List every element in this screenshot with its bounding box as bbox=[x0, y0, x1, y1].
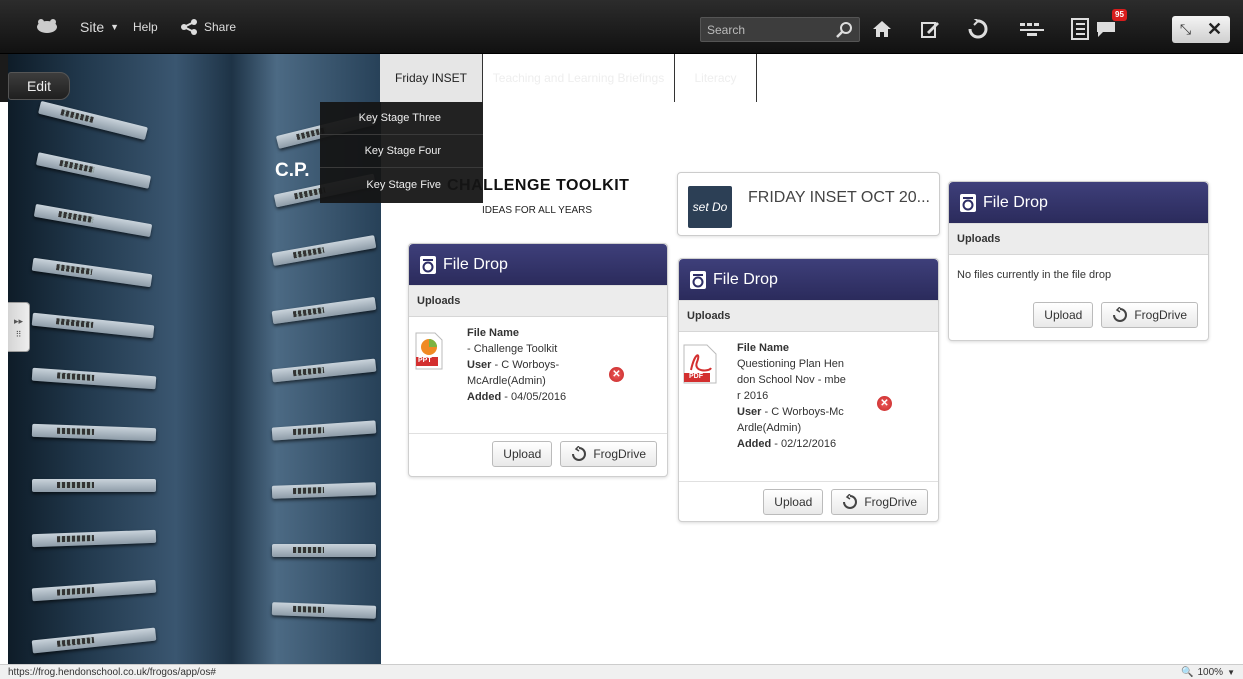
sidebar-toggle[interactable]: ▸▸ ⠿ bbox=[8, 302, 30, 352]
site-title: C.P. bbox=[275, 160, 310, 181]
uploads-heading: Uploads bbox=[679, 300, 938, 332]
upload-button[interactable]: Upload bbox=[492, 441, 553, 467]
share-button[interactable]: Share bbox=[180, 19, 236, 35]
frogdrive-button[interactable]: FrogDrive bbox=[560, 441, 657, 467]
file-list: No files currently in the file drop bbox=[949, 255, 1208, 295]
added-label: Added bbox=[737, 438, 772, 450]
file-drop-icon bbox=[690, 270, 706, 289]
file-drop-header: File Drop bbox=[679, 259, 938, 300]
frogdrive-button[interactable]: FrogDrive bbox=[1101, 302, 1198, 328]
notification-badge: 95 bbox=[1112, 9, 1127, 21]
file-drop-icon bbox=[960, 193, 976, 212]
file-type-label: PDF bbox=[689, 373, 703, 380]
frog-logo-icon[interactable] bbox=[36, 18, 58, 34]
zoom-level: 100% bbox=[1197, 666, 1224, 678]
file-list: PDF File Name Questioning Plan Hendon Sc… bbox=[679, 332, 938, 482]
caret-down-icon: ▼ bbox=[110, 22, 120, 32]
added-value: - 02/12/2016 bbox=[774, 438, 837, 450]
notes-icon[interactable] bbox=[1068, 17, 1092, 41]
edit-page-icon[interactable] bbox=[918, 17, 942, 41]
file-drop-header: File Drop bbox=[409, 244, 667, 285]
keyboard-icon[interactable] bbox=[1018, 17, 1046, 41]
page-subheading: IDEAS FOR ALL YEARS bbox=[482, 205, 593, 216]
menu-item-key-stage-three[interactable]: Key Stage Three bbox=[320, 102, 483, 135]
frogdrive-icon[interactable] bbox=[966, 17, 990, 41]
minimize-icon[interactable]: ⤡ bbox=[1180, 21, 1191, 38]
file-drop-footer: Upload FrogDrive bbox=[679, 482, 938, 522]
menu-item-key-stage-four[interactable]: Key Stage Four bbox=[320, 135, 483, 168]
browser-status-bar: https://frog.hendonschool.co.uk/frogos/a… bbox=[0, 664, 1243, 679]
file-drop-title: File Drop bbox=[713, 270, 778, 288]
menu-item-key-stage-five[interactable]: Key Stage Five bbox=[320, 168, 483, 201]
home-icon[interactable] bbox=[870, 17, 894, 41]
file-drop-title: File Drop bbox=[443, 255, 508, 273]
grip-icon: ⠿ bbox=[15, 330, 22, 339]
help-link[interactable]: Help bbox=[133, 20, 158, 34]
file-type-label: PPT bbox=[418, 357, 432, 364]
site-menu[interactable]: Site ▼ bbox=[80, 19, 119, 35]
upload-button[interactable]: Upload bbox=[763, 489, 824, 515]
search-box bbox=[700, 17, 860, 42]
ppt-file-icon[interactable]: PPT bbox=[415, 332, 443, 373]
file-info: File Name Questioning Plan Hendon School… bbox=[737, 340, 847, 452]
file-list: PPT File Name - Challenge Toolkit User -… bbox=[409, 317, 667, 434]
edit-button[interactable]: Edit bbox=[8, 72, 70, 100]
upload-button[interactable]: Upload bbox=[1033, 302, 1094, 328]
user-label: User bbox=[737, 406, 762, 418]
frogdrive-icon bbox=[843, 494, 858, 509]
inset-thumbnail: set Do bbox=[688, 186, 732, 228]
tab-teaching-and-learning-briefings[interactable]: Teaching and Learning Briefings bbox=[483, 54, 675, 102]
chevron-down-icon: ▼ bbox=[1227, 667, 1235, 677]
frogdrive-button[interactable]: FrogDrive bbox=[831, 489, 928, 515]
close-icon[interactable]: ✕ bbox=[1207, 19, 1222, 40]
status-url: https://frog.hendonschool.co.uk/frogos/a… bbox=[8, 666, 216, 678]
top-toolbar: Site ▼ Help Share 95 ⤡ ✕ bbox=[0, 0, 1243, 54]
file-drop-footer: Upload FrogDrive bbox=[949, 295, 1208, 335]
frogdrive-icon bbox=[1113, 307, 1128, 322]
pdf-file-icon[interactable]: PDF bbox=[683, 344, 717, 387]
added-label: Added bbox=[467, 391, 502, 403]
file-name-label: File Name bbox=[737, 342, 789, 354]
file-drop-icon bbox=[420, 255, 436, 274]
delete-file-icon[interactable]: ✕ bbox=[877, 396, 892, 411]
file-drop-title: File Drop bbox=[983, 193, 1048, 211]
zoom-icon: 🔍 bbox=[1181, 666, 1194, 678]
window-controls: ⤡ ✕ bbox=[1172, 16, 1230, 43]
tab-friday-inset[interactable]: Friday INSET bbox=[380, 54, 483, 102]
frogdrive-label: FrogDrive bbox=[1134, 308, 1187, 322]
share-label: Share bbox=[204, 20, 237, 34]
user-label: User bbox=[467, 359, 492, 371]
frogdrive-icon bbox=[572, 446, 587, 461]
file-drop-header: File Drop bbox=[949, 182, 1208, 223]
inset-card-title: FRIDAY INSET OCT 20... bbox=[748, 189, 930, 206]
file-info: File Name - Challenge Toolkit User - C W… bbox=[467, 325, 587, 405]
search-icon[interactable] bbox=[836, 21, 853, 38]
friday-inset-dropdown: Key Stage Three Key Stage Four Key Stage… bbox=[320, 102, 483, 203]
added-value: - 04/05/2016 bbox=[504, 391, 567, 403]
file-name-label: File Name bbox=[467, 327, 519, 339]
frogdrive-label: FrogDrive bbox=[864, 495, 917, 509]
empty-file-drop-message: No files currently in the file drop bbox=[957, 269, 1112, 281]
site-menu-label: Site bbox=[80, 19, 105, 35]
search-input[interactable] bbox=[701, 18, 821, 41]
frogdrive-label: FrogDrive bbox=[593, 447, 646, 461]
uploads-heading: Uploads bbox=[409, 285, 667, 317]
file-drop-footer: Upload FrogDrive bbox=[409, 434, 667, 474]
delete-file-icon[interactable]: ✕ bbox=[609, 367, 624, 382]
file-drop-widget: File Drop Uploads No files currently in … bbox=[948, 181, 1209, 341]
share-icon bbox=[181, 19, 197, 35]
tab-literacy[interactable]: Literacy bbox=[675, 54, 757, 102]
zoom-control[interactable]: 🔍 100% ▼ bbox=[1181, 667, 1235, 678]
uploads-heading: Uploads bbox=[949, 223, 1208, 255]
file-name-value[interactable]: Questioning Plan Hendon School Nov - mbe… bbox=[737, 356, 847, 404]
expand-arrows-icon: ▸▸ bbox=[13, 316, 24, 326]
file-drop-widget: File Drop Uploads PDF File Name Question… bbox=[678, 258, 939, 522]
inset-link-card[interactable]: set Do FRIDAY INSET OCT 20... bbox=[677, 172, 940, 236]
file-name-value[interactable]: - Challenge Toolkit bbox=[467, 341, 587, 357]
file-drop-widget: File Drop Uploads PPT File Name - Challe… bbox=[408, 243, 668, 477]
